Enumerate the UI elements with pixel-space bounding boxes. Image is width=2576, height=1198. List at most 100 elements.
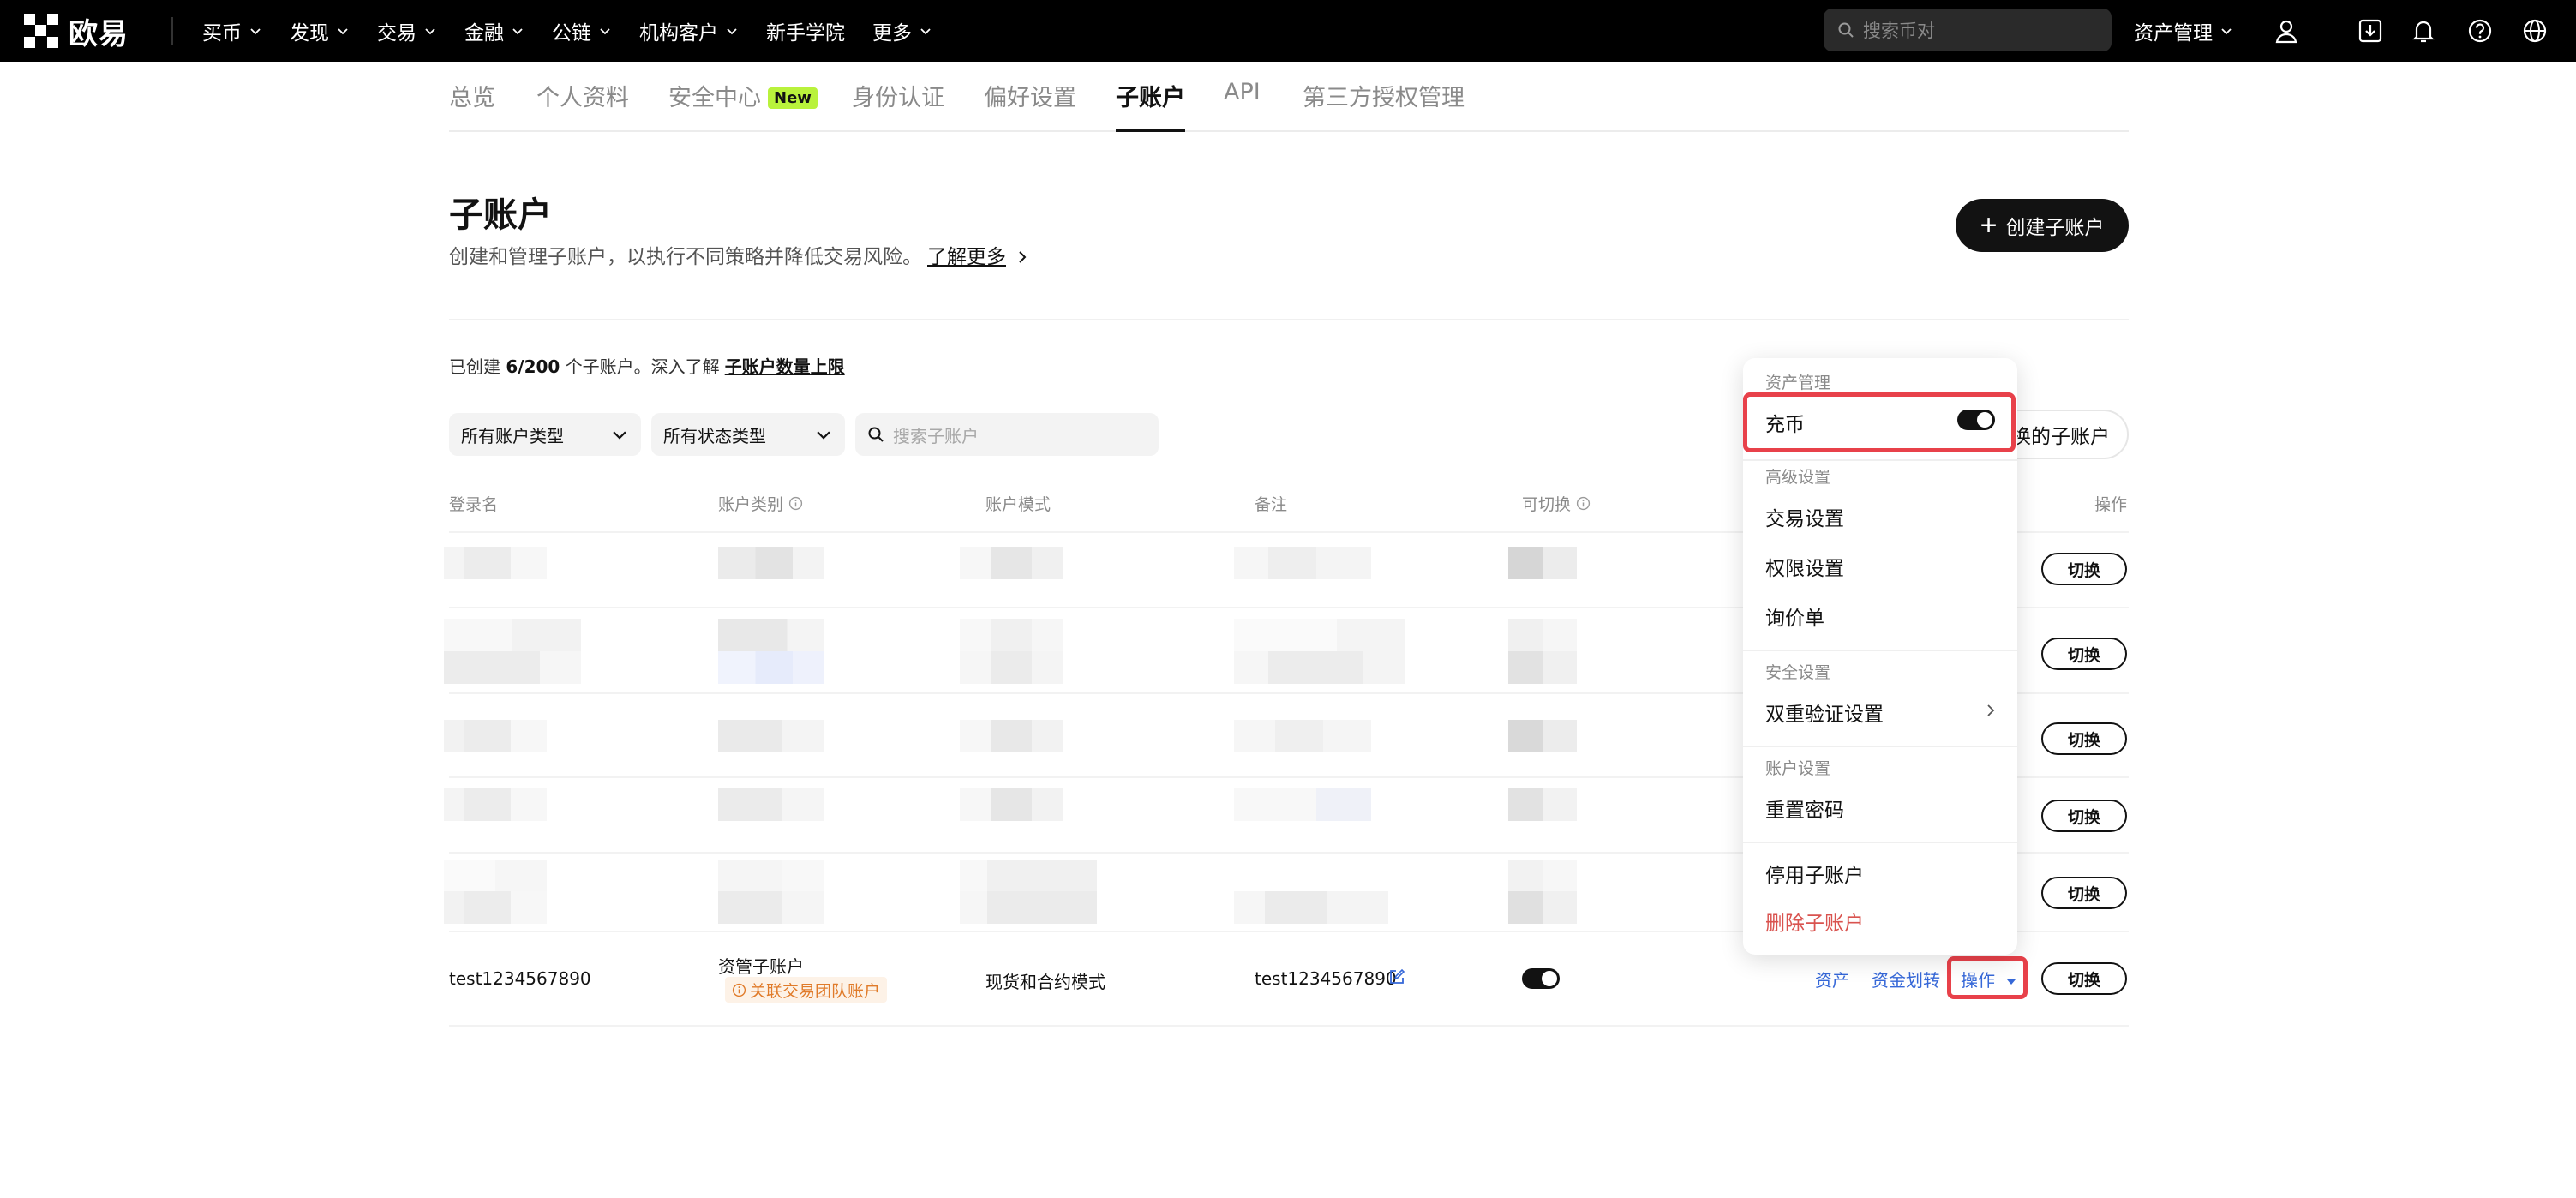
- redacted-cell: [718, 891, 824, 924]
- bell-icon[interactable]: [2406, 14, 2441, 48]
- redacted-cell: [718, 619, 824, 651]
- asset-management-menu[interactable]: 资产管理: [2134, 0, 2233, 62]
- menu-item-two-factor[interactable]: 双重验证设置: [1765, 698, 1884, 727]
- switch-button[interactable]: 切换: [2041, 877, 2127, 909]
- menu-divider: [1743, 842, 2017, 843]
- redacted-cell: [960, 619, 1063, 651]
- nav-item-trade[interactable]: 交易: [377, 16, 437, 45]
- new-badge: New: [768, 87, 818, 109]
- menu-section-security: 安全设置: [1765, 663, 1831, 682]
- redacted-cell: [1234, 891, 1388, 924]
- main-menu: 买币 发现 交易 金融 公链 机构客户 新手学院 更多: [202, 0, 960, 62]
- switchable-toggle[interactable]: [1522, 968, 1560, 989]
- menu-item-delete-subaccount[interactable]: 删除子账户: [1765, 907, 1864, 936]
- nav-divider: [171, 17, 173, 45]
- column-header-switchable: 可切换: [1522, 492, 1591, 515]
- redacted-cell: [960, 720, 1063, 752]
- nav-item-institutional[interactable]: 机构客户: [639, 16, 739, 45]
- nav-item-more[interactable]: 更多: [872, 16, 932, 45]
- redacted-cell: [444, 619, 581, 651]
- chevron-down-icon: [512, 28, 523, 35]
- top-navigation: 欧易 买币 发现 交易 金融 公链 机构客户 新手学院 更多 搜索币对 资产管理: [0, 0, 2576, 62]
- column-header-mode: 账户模式: [985, 495, 1051, 514]
- column-header-actions: 操作: [2094, 495, 2128, 514]
- redacted-cell: [1508, 619, 1577, 651]
- switch-button[interactable]: 切换: [2041, 553, 2127, 585]
- redacted-cell: [444, 891, 547, 924]
- switch-button[interactable]: 切换: [2041, 722, 2127, 755]
- redacted-cell: [960, 651, 1063, 684]
- row-divider: [449, 1025, 2129, 1027]
- plus-icon: +: [1980, 209, 1998, 242]
- account-type-select[interactable]: 所有账户类型: [449, 413, 641, 456]
- chevron-down-icon: [817, 431, 830, 440]
- subaccount-limit-link[interactable]: 子账户数量上限: [725, 356, 845, 377]
- menu-divider: [1743, 746, 2017, 747]
- switch-button[interactable]: 切换: [2041, 962, 2127, 995]
- tab-security[interactable]: 安全中心 New: [668, 79, 818, 130]
- switch-button[interactable]: 切换: [2041, 800, 2127, 832]
- logo-text: 欧易: [69, 16, 129, 51]
- info-icon[interactable]: [1576, 496, 1591, 511]
- tab-verification[interactable]: 身份认证: [852, 79, 944, 130]
- tab-api[interactable]: API: [1224, 79, 1261, 130]
- redacted-cell: [960, 547, 1063, 579]
- tab-overview[interactable]: 总览: [449, 79, 495, 130]
- linked-team-tag[interactable]: 关联交易团队账户: [725, 977, 888, 1003]
- fund-transfer-link[interactable]: 资金划转: [1872, 967, 1940, 991]
- search-icon: [1838, 22, 1854, 38]
- redacted-cell: [1508, 891, 1577, 924]
- nav-item-chain[interactable]: 公链: [552, 16, 612, 45]
- subaccount-search-input[interactable]: 搜索子账户: [855, 413, 1159, 456]
- redacted-cell: [1234, 619, 1405, 651]
- redacted-cell: [444, 860, 547, 893]
- logo[interactable]: 欧易: [24, 12, 129, 51]
- globe-icon[interactable]: [2518, 14, 2552, 48]
- nav-item-finance[interactable]: 金融: [464, 16, 524, 45]
- menu-divider: [1743, 459, 2017, 461]
- menu-item-disable-subaccount[interactable]: 停用子账户: [1765, 859, 1864, 888]
- tab-subaccounts[interactable]: 子账户: [1116, 79, 1185, 132]
- redacted-cell: [444, 788, 547, 821]
- redacted-cell: [718, 651, 824, 684]
- nav-item-buy[interactable]: 买币: [202, 16, 262, 45]
- info-icon[interactable]: [788, 496, 803, 511]
- redacted-cell: [718, 720, 824, 752]
- chevron-down-icon: [727, 28, 737, 35]
- redacted-cell: [444, 547, 547, 579]
- menu-item-trade-settings[interactable]: 交易设置: [1765, 502, 1844, 531]
- edit-icon[interactable]: [1388, 968, 1405, 985]
- status-type-select[interactable]: 所有状态类型: [651, 413, 845, 456]
- nav-item-discover[interactable]: 发现: [290, 16, 350, 45]
- redacted-cell: [1234, 720, 1371, 752]
- learn-more-link[interactable]: 了解更多: [927, 246, 1006, 268]
- chevron-down-icon: [250, 28, 261, 35]
- help-icon[interactable]: [2463, 14, 2497, 48]
- chevron-down-icon: [2221, 28, 2232, 35]
- menu-item-reset-password[interactable]: 重置密码: [1765, 794, 1844, 823]
- redacted-cell: [718, 547, 824, 579]
- logo-icon: [24, 14, 58, 48]
- chevron-right-icon: [1019, 251, 1027, 263]
- chevron-down-icon: [425, 28, 435, 35]
- subaccount-count: 已创建 6/200 个子账户。深入了解 子账户数量上限: [449, 356, 845, 377]
- tab-third-party-auth[interactable]: 第三方授权管理: [1303, 79, 1465, 130]
- assets-link[interactable]: 资产: [1815, 967, 1849, 991]
- switch-button[interactable]: 切换: [2041, 638, 2127, 670]
- user-icon[interactable]: [2269, 14, 2303, 48]
- chevron-down-icon: [613, 431, 626, 440]
- menu-item-permission-settings[interactable]: 权限设置: [1765, 552, 1844, 581]
- download-icon[interactable]: [2353, 14, 2387, 48]
- page-title: 子账户: [449, 195, 552, 235]
- create-subaccount-button[interactable]: + 创建子账户: [1956, 199, 2129, 252]
- tab-profile[interactable]: 个人资料: [536, 79, 629, 130]
- settings-tabs: 总览 个人资料 安全中心 New 身份认证 偏好设置 子账户 API 第三方授权管…: [449, 62, 2129, 132]
- global-search-input[interactable]: 搜索币对: [1824, 9, 2112, 51]
- menu-divider: [1743, 650, 2017, 651]
- menu-item-rfq[interactable]: 询价单: [1765, 602, 1824, 631]
- tab-preferences[interactable]: 偏好设置: [984, 79, 1076, 130]
- cell-account-type: 资管子账户: [718, 956, 804, 977]
- section-divider: [449, 319, 2129, 320]
- column-header-type: 账户类别: [718, 492, 803, 515]
- nav-item-academy[interactable]: 新手学院: [766, 16, 845, 45]
